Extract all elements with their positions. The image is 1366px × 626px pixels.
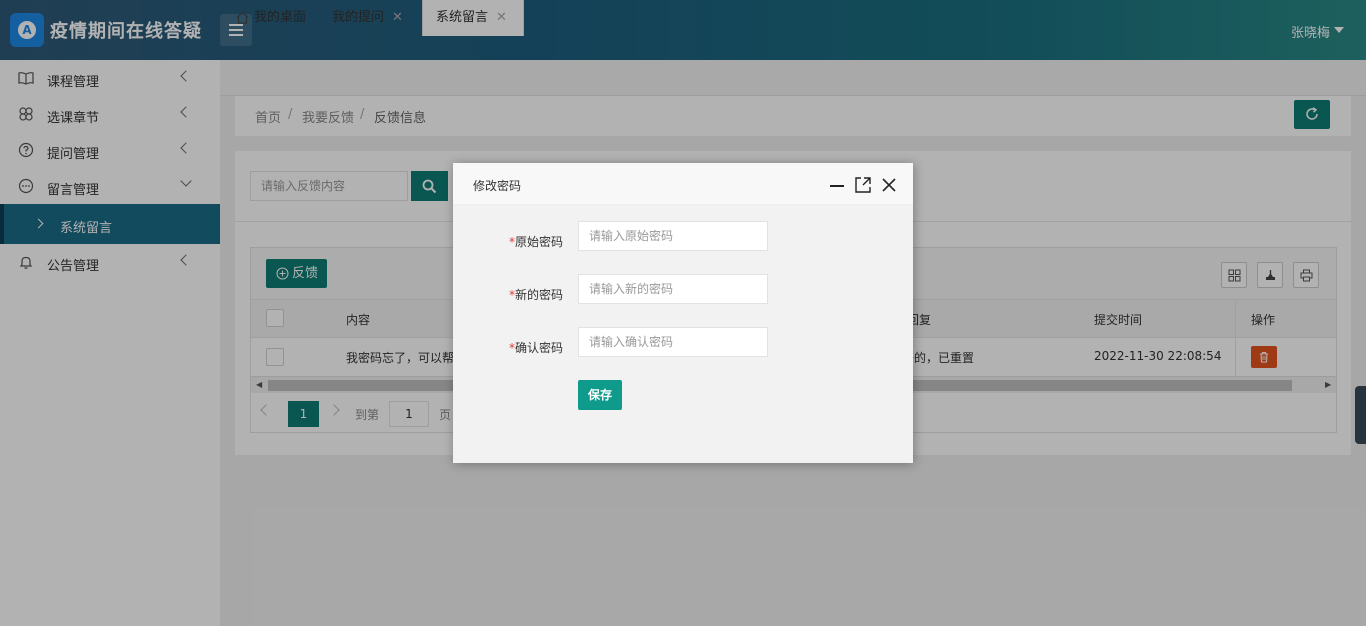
change-password-dialog: 修改密码 *原始密码 *新的密码 *确认密码 保存 <box>453 163 913 463</box>
save-button[interactable]: 保存 <box>578 380 622 410</box>
original-password-input[interactable] <box>579 222 767 250</box>
maximize-icon[interactable] <box>855 177 871 193</box>
confirm-password-input[interactable] <box>579 328 767 356</box>
original-password-label: *原始密码 <box>508 235 563 249</box>
dialog-title: 修改密码 <box>473 179 522 193</box>
new-password-field[interactable] <box>578 274 768 304</box>
minimize-icon[interactable] <box>830 185 844 187</box>
dialog-header: 修改密码 <box>453 163 913 205</box>
confirm-password-field[interactable] <box>578 327 768 357</box>
close-icon[interactable] <box>880 176 898 194</box>
confirm-password-label: *确认密码 <box>508 341 563 355</box>
new-password-label: *新的密码 <box>508 288 563 302</box>
new-password-input[interactable] <box>579 275 767 303</box>
original-password-field[interactable] <box>578 221 768 251</box>
